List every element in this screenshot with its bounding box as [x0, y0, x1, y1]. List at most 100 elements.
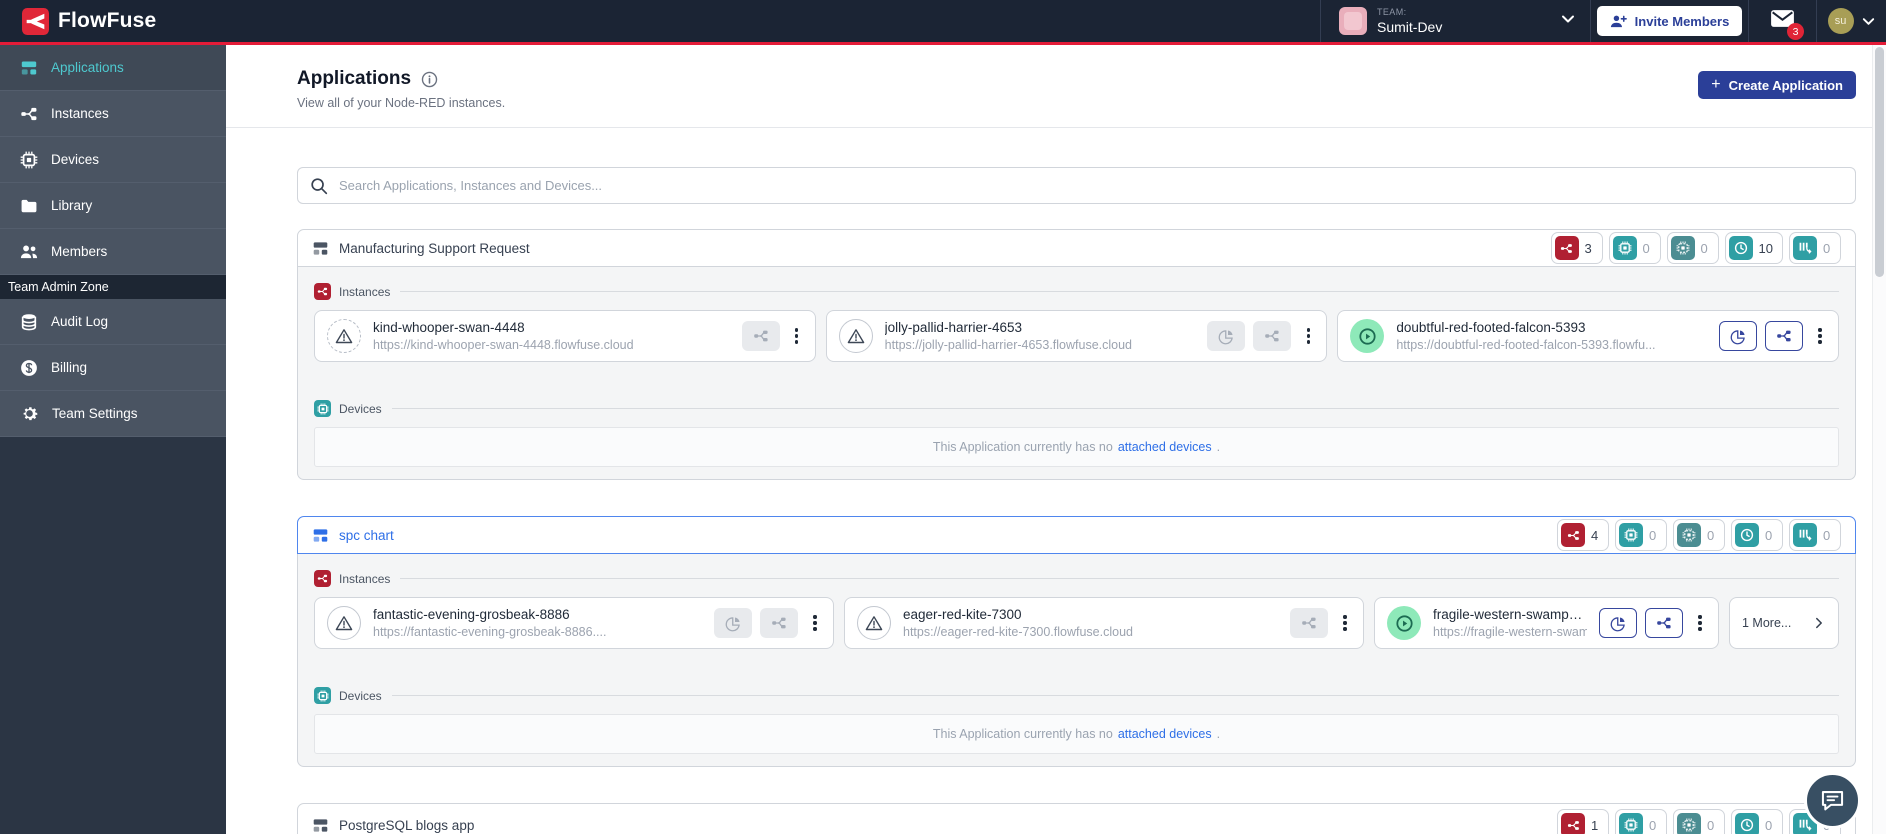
open-editor-button[interactable]: [1290, 608, 1328, 638]
snapshots-count-badge[interactable]: 10: [1724, 232, 1783, 264]
instance-card[interactable]: doubtful-red-footed-falcon-5393 https://…: [1337, 310, 1840, 362]
team-selector[interactable]: TEAM: Sumit-Dev: [1320, 0, 1590, 42]
sidebar-item-applications[interactable]: Applications: [0, 45, 226, 91]
sidebar-item-team-settings[interactable]: Team Settings: [0, 391, 226, 437]
instance-menu-button[interactable]: [1692, 608, 1708, 638]
user-menu[interactable]: su: [1816, 0, 1886, 42]
sidebar-item-label: Members: [51, 244, 108, 259]
top-navbar: FlowFuse TEAM: Sumit-Dev Invite Members …: [0, 0, 1886, 45]
devices-count-badge[interactable]: 0: [1615, 809, 1667, 834]
clock-icon: [1735, 813, 1759, 834]
instance-card[interactable]: kind-whooper-swan-4448 https://kind-whoo…: [314, 310, 816, 362]
instances-count: 4: [1591, 527, 1599, 543]
sidebar-item-devices[interactable]: Devices: [0, 137, 226, 183]
devices-count: 0: [1642, 240, 1650, 256]
more-instances-button[interactable]: 1 More...: [1729, 597, 1839, 649]
instances-count-badge[interactable]: 4: [1557, 519, 1609, 551]
scrollbar-track: [1872, 45, 1886, 834]
instances-count-badge[interactable]: 3: [1550, 232, 1603, 264]
application-card: spc chart 4 0 0 0 0 Instances fantastic-…: [297, 516, 1856, 767]
device-groups-count-badge[interactable]: 0: [1673, 519, 1725, 551]
section-rule: [391, 695, 1839, 696]
instance-menu-button[interactable]: [1300, 321, 1316, 351]
devices-count-badge[interactable]: 0: [1615, 519, 1667, 551]
notifications-button[interactable]: 3: [1748, 0, 1816, 42]
instance-card[interactable]: fragile-western-swamphen-2732 https://fr…: [1374, 597, 1719, 649]
header-divider: [226, 127, 1886, 128]
application-stats: 4 0 0 0 0: [1557, 519, 1841, 551]
applications-icon: [20, 59, 38, 77]
application-header[interactable]: PostgreSQL blogs app 1 0 0 0: [297, 803, 1856, 834]
chevron-down-icon: [1861, 14, 1876, 29]
instance-status-running-icon: [1350, 319, 1385, 353]
open-editor-button[interactable]: [1645, 608, 1683, 638]
open-editor-button[interactable]: [1765, 321, 1804, 351]
open-dashboard-button[interactable]: [1599, 608, 1637, 638]
application-header[interactable]: Manufacturing Support Request 3 0 0 10 0: [297, 229, 1856, 267]
instances-icon: [1561, 523, 1585, 547]
search-input[interactable]: [297, 167, 1856, 204]
sidebar-item-instances[interactable]: Instances: [0, 91, 226, 137]
sidebar-item-label: Audit Log: [51, 314, 109, 329]
instance-menu-button[interactable]: [1337, 608, 1353, 638]
page-title: Applications: [297, 68, 412, 89]
open-editor-button[interactable]: [760, 608, 798, 638]
snapshots-count-badge[interactable]: 0: [1731, 519, 1783, 551]
chat-launcher-button[interactable]: [1804, 772, 1861, 829]
instance-name: kind-whooper-swan-4448: [373, 320, 525, 335]
flowfuse-logo[interactable]: FlowFuse: [22, 8, 156, 35]
instance-name: fragile-western-swamphen-2732: [1433, 607, 1587, 622]
no-devices-suffix: .: [1216, 727, 1221, 741]
no-devices-text: This Application currently has no: [932, 727, 1113, 741]
instance-menu-button[interactable]: [1812, 321, 1828, 351]
instance-menu-button[interactable]: [789, 321, 805, 351]
open-editor-button[interactable]: [1253, 321, 1292, 351]
scrollbar-thumb[interactable]: [1875, 47, 1884, 277]
instances-count-badge[interactable]: 1: [1557, 809, 1609, 834]
sidebar-item-library[interactable]: Library: [0, 183, 226, 229]
devices-count-badge[interactable]: 0: [1608, 232, 1661, 264]
pipelines-count-badge[interactable]: 0: [1789, 519, 1841, 551]
avatar: su: [1827, 8, 1854, 34]
no-devices-suffix: .: [1216, 440, 1221, 454]
device-groups-count-badge[interactable]: 0: [1666, 232, 1719, 264]
application-card: PostgreSQL blogs app 1 0 0 0: [297, 803, 1856, 834]
section-rule: [400, 578, 1839, 579]
open-editor-button[interactable]: [741, 321, 780, 351]
info-icon[interactable]: [421, 71, 438, 88]
sidebar: Applications Instances Devices Library M…: [0, 45, 226, 834]
sidebar-item-audit-log[interactable]: Audit Log: [0, 299, 226, 345]
snapshots-count-badge[interactable]: 0: [1731, 809, 1783, 834]
instance-menu-button[interactable]: [807, 608, 823, 638]
instance-card[interactable]: fantastic-evening-grosbeak-8886 https://…: [314, 597, 834, 649]
create-application-button[interactable]: + Create Application: [1698, 71, 1856, 99]
instance-card[interactable]: jolly-pallid-harrier-4653 https://jolly-…: [825, 310, 1328, 362]
open-dashboard-button[interactable]: [714, 608, 752, 638]
sidebar-item-members[interactable]: Members: [0, 229, 226, 275]
invite-members-button[interactable]: Invite Members: [1596, 6, 1743, 36]
instances-icon: [314, 570, 331, 587]
instance-card[interactable]: eager-red-kite-7300 https://eager-red-ki…: [844, 597, 1364, 649]
brand-name: FlowFuse: [58, 9, 157, 32]
instance-url: https://kind-whooper-swan-4448.flowfuse.…: [373, 338, 634, 352]
device-groups-count-badge[interactable]: 0: [1673, 809, 1725, 834]
application-header[interactable]: spc chart 4 0 0 0 0: [297, 516, 1856, 554]
attached-devices-link[interactable]: attached devices: [1118, 727, 1212, 741]
pipelines-count-badge[interactable]: 0: [1789, 232, 1841, 264]
attached-devices-link[interactable]: attached devices: [1118, 440, 1212, 454]
open-dashboard-button[interactable]: [1207, 321, 1246, 351]
pipelines-count: 0: [1823, 240, 1831, 256]
sidebar-item-billing[interactable]: Billing: [0, 345, 226, 391]
sidebar-item-label: Team Settings: [52, 406, 138, 421]
open-dashboard-button[interactable]: [1719, 321, 1758, 351]
chevron-down-icon: [1560, 11, 1576, 32]
instance-url: https://jolly-pallid-harrier-4653.flowfu…: [884, 338, 1133, 352]
instance-name: eager-red-kite-7300: [903, 607, 1022, 622]
application-body: Instances kind-whooper-swan-4448 https:/…: [297, 267, 1856, 480]
section-rule: [391, 408, 1839, 409]
devices-count: 0: [1649, 817, 1657, 833]
library-icon: [20, 197, 38, 215]
team-admin-zone-header: Team Admin Zone: [0, 275, 226, 299]
devices-count: 0: [1649, 527, 1657, 543]
device-group-icon: [1677, 813, 1701, 834]
